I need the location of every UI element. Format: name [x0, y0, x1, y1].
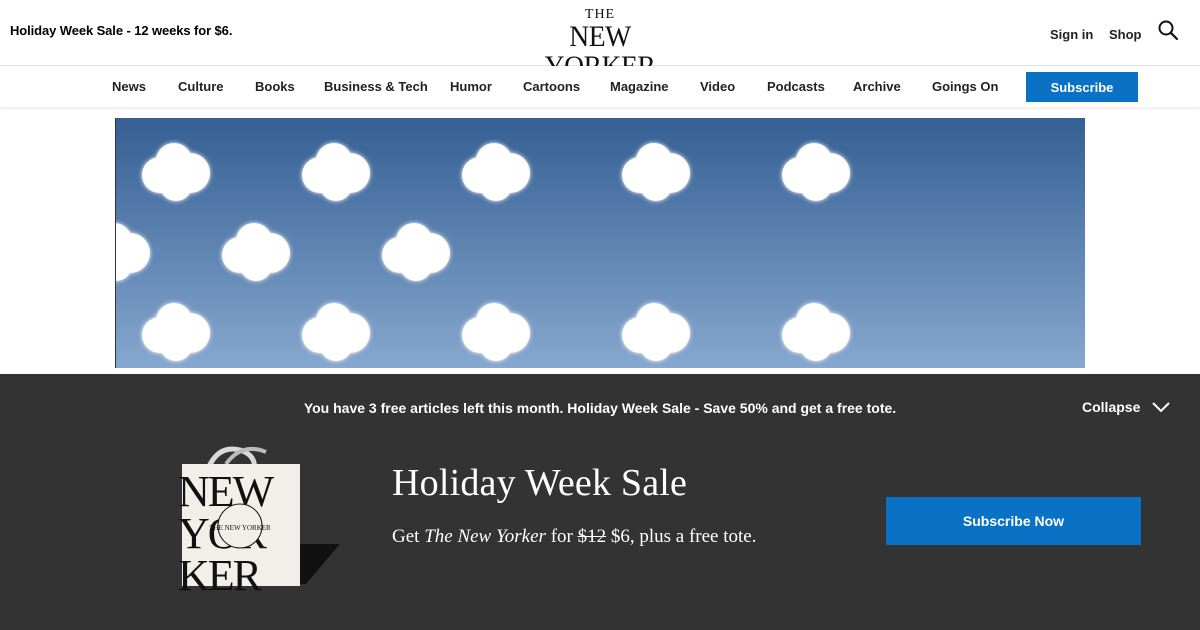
main-nav: News Culture Books Business & Tech Humor… — [0, 66, 1200, 107]
search-icon[interactable] — [1157, 19, 1179, 41]
nav-item-archive[interactable]: Archive — [853, 79, 901, 94]
site-logo[interactable]: THE NEW YORKER — [510, 8, 690, 82]
nav-item-books[interactable]: Books — [255, 79, 295, 94]
tote-logo-text: THE NEW YORKER — [209, 524, 271, 532]
nav-item-magazine[interactable]: Magazine — [610, 79, 669, 94]
nav-item-video[interactable]: Video — [700, 79, 735, 94]
nav-item-podcasts[interactable]: Podcasts — [767, 79, 825, 94]
clouds-illustration — [116, 118, 1085, 368]
hero-image[interactable] — [115, 118, 1085, 368]
svg-text:KER: KER — [178, 551, 263, 594]
paywall-bar: You have 3 free articles left this month… — [0, 374, 1200, 630]
sale-subtitle: Get The New Yorker for $12 $6, plus a fr… — [392, 526, 756, 548]
shop-link[interactable]: Shop — [1109, 27, 1142, 42]
chevron-down-icon[interactable] — [1151, 400, 1171, 414]
nav-item-business-tech[interactable]: Business & Tech — [324, 79, 428, 94]
sale-title: Holiday Week Sale — [392, 462, 688, 504]
old-price: $12 — [577, 526, 607, 547]
subscribe-button[interactable]: Subscribe — [1026, 72, 1138, 102]
subscribe-now-button[interactable]: Subscribe Now — [886, 497, 1141, 545]
promo-banner-text[interactable]: Holiday Week Sale - 12 weeks for $6. — [10, 23, 232, 38]
sign-in-link[interactable]: Sign in — [1050, 27, 1093, 42]
nav-item-goings-on[interactable]: Goings On — [932, 79, 998, 94]
nav-item-humor[interactable]: Humor — [450, 79, 492, 94]
sale-sub-get: Get — [392, 526, 420, 547]
tote-bag-image: NEW YOR KER THE NEW YORKER — [178, 446, 340, 594]
nav-item-cartoons[interactable]: Cartoons — [523, 79, 580, 94]
nav-item-news[interactable]: News — [112, 79, 146, 94]
site-header: Holiday Week Sale - 12 weeks for $6. THE… — [0, 0, 1200, 82]
collapse-button[interactable]: Collapse — [1082, 399, 1140, 415]
paywall-message: You have 3 free articles left this month… — [303, 400, 897, 416]
sale-sub-for: for — [550, 526, 573, 547]
sale-sub-rest: $6, plus a free tote. — [610, 526, 757, 547]
sale-sub-magazine: The New Yorker — [424, 526, 546, 547]
nav-item-culture[interactable]: Culture — [178, 79, 224, 94]
